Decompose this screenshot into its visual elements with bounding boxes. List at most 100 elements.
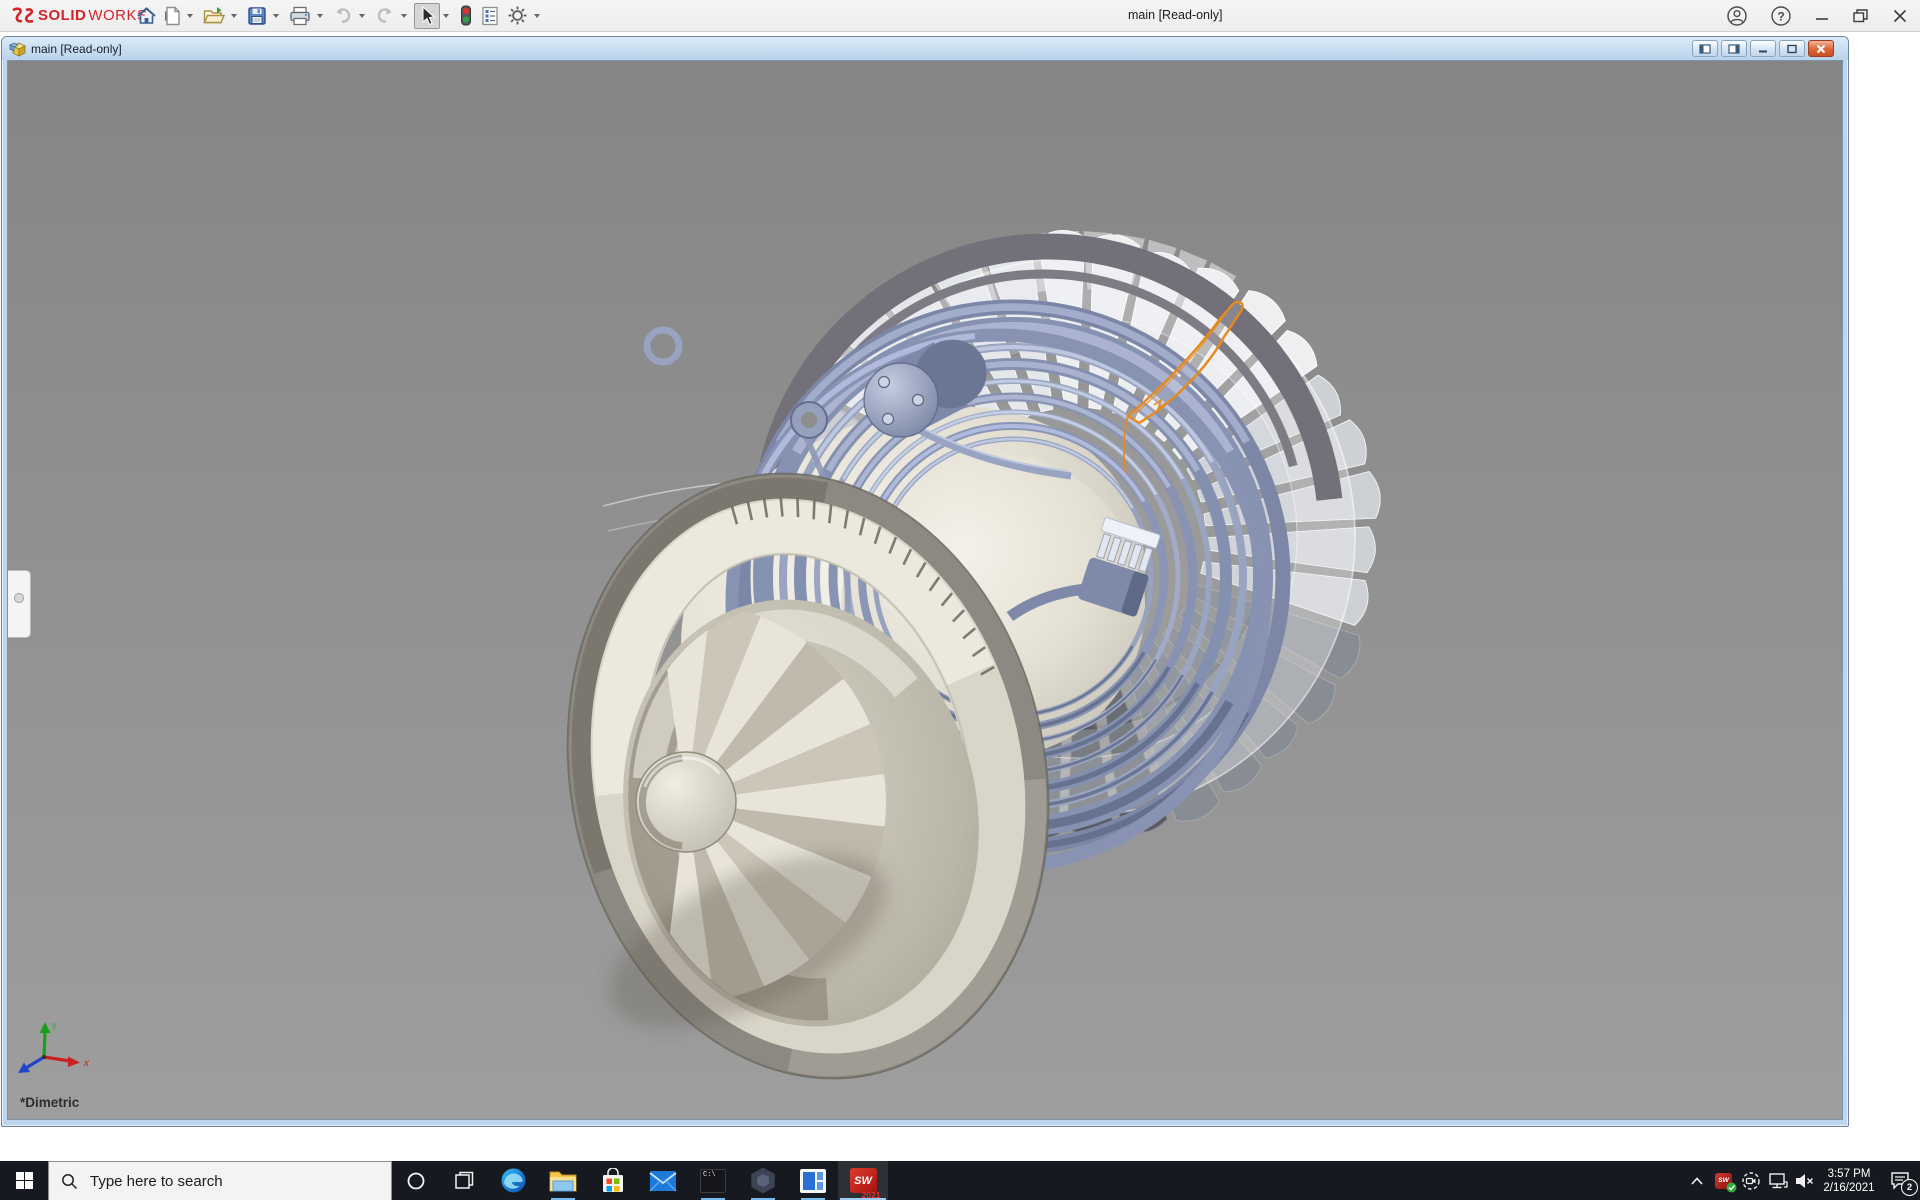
tray-network[interactable]	[1764, 1161, 1791, 1200]
meet-now-icon	[1741, 1171, 1761, 1191]
hidden-icons-button[interactable]	[1683, 1161, 1710, 1200]
select-dropdown-icon[interactable]	[443, 14, 449, 18]
graphics-area[interactable]: y x *Dimetric	[7, 60, 1843, 1120]
open-dropdown-icon[interactable]	[231, 14, 237, 18]
help-icon: ?	[1770, 5, 1792, 27]
assembly-document-icon	[9, 41, 26, 57]
task-view-button[interactable]	[440, 1161, 488, 1200]
minimize-button[interactable]	[1814, 8, 1830, 24]
file-properties-icon	[481, 6, 499, 26]
app-title-text: main [Read-only]	[1128, 8, 1223, 22]
taskbar-app-store[interactable]	[588, 1161, 638, 1200]
solidworks-monitor-icon: SW	[1715, 1173, 1732, 1189]
split-pane-left-button[interactable]	[1692, 40, 1718, 57]
save-button[interactable]	[244, 3, 270, 29]
edge-icon	[500, 1167, 527, 1194]
options-button[interactable]	[504, 3, 531, 29]
taskbar-app-command-prompt[interactable]: C:\	[688, 1161, 738, 1200]
task-view-icon	[454, 1171, 474, 1191]
split-pane-right-icon	[1728, 44, 1740, 54]
print-icon	[289, 6, 311, 26]
open-folder-icon	[203, 6, 225, 26]
undo-dropdown-icon[interactable]	[359, 14, 365, 18]
close-button[interactable]	[1892, 8, 1908, 24]
hexagon-app-icon	[750, 1168, 776, 1194]
new-document-button[interactable]	[162, 3, 184, 29]
search-input[interactable]: Type here to search	[48, 1161, 392, 1200]
minimize-icon	[1814, 8, 1830, 24]
document-close-button[interactable]	[1808, 40, 1834, 57]
network-icon	[1768, 1171, 1788, 1191]
taskbar-app-edge[interactable]	[488, 1161, 538, 1200]
file-properties-button[interactable]	[478, 3, 502, 29]
hidden-icons-chevron-icon	[1690, 1176, 1704, 1186]
options-dropdown-icon[interactable]	[534, 14, 540, 18]
search-icon	[61, 1173, 78, 1190]
taskbar: Type here to search	[0, 1161, 1920, 1200]
mdi-background: main [Read-only]	[0, 32, 1920, 1161]
document-titlebar[interactable]: main [Read-only]	[2, 37, 1848, 60]
file-explorer-icon	[549, 1169, 577, 1193]
restore-icon	[1852, 8, 1870, 24]
view-orientation-label: *Dimetric	[20, 1095, 79, 1110]
dassault-logo-icon	[10, 6, 36, 26]
account-button[interactable]	[1726, 5, 1748, 27]
tray-solidworks-monitor[interactable]: SW	[1710, 1161, 1737, 1200]
taskbar-app-mail[interactable]	[638, 1161, 688, 1200]
tray-volume[interactable]	[1791, 1161, 1818, 1200]
mail-icon	[649, 1170, 677, 1192]
command-prompt-icon: C:\	[700, 1169, 726, 1193]
restore-button[interactable]	[1852, 8, 1870, 24]
tray-clock[interactable]: 3:57 PM 2/16/2021	[1818, 1161, 1880, 1200]
select-tool-button[interactable]	[414, 3, 440, 29]
svg-text:x: x	[83, 1058, 90, 1069]
start-button[interactable]	[0, 1161, 48, 1200]
action-center-button[interactable]: 2	[1880, 1161, 1920, 1200]
rebuild-button[interactable]	[456, 3, 476, 29]
home-icon	[136, 6, 157, 26]
taskbar-app-hexagon[interactable]	[738, 1161, 788, 1200]
check-icon	[1726, 1182, 1737, 1193]
brand-solid: SOLID	[38, 7, 86, 24]
notification-badge: 2	[1901, 1179, 1918, 1196]
rebuild-traffic-light-icon	[459, 5, 473, 26]
featuremanager-collapsed-tab[interactable]	[8, 570, 31, 638]
undo-icon	[333, 7, 353, 25]
print-button[interactable]	[286, 3, 314, 29]
cortana-button[interactable]	[392, 1161, 440, 1200]
remote-window-app-icon	[800, 1169, 826, 1193]
app-titlebar: SOLIDWORKS	[0, 0, 1920, 32]
taskbar-app-file-explorer[interactable]	[538, 1161, 588, 1200]
options-gear-icon	[507, 5, 528, 26]
open-button[interactable]	[200, 3, 228, 29]
svg-text:y: y	[52, 1020, 57, 1030]
home-button[interactable]	[133, 3, 160, 29]
document-minimize-icon	[1757, 44, 1769, 54]
clock-date: 2/16/2021	[1823, 1181, 1874, 1195]
print-dropdown-icon[interactable]	[317, 14, 323, 18]
save-dropdown-icon[interactable]	[273, 14, 279, 18]
solidworks-app-icon: SW 2021	[850, 1168, 877, 1193]
document-window: main [Read-only]	[1, 36, 1849, 1127]
document-minimize-button[interactable]	[1750, 40, 1776, 57]
volume-muted-icon	[1794, 1172, 1815, 1190]
app-window-controls: ?	[1726, 0, 1908, 31]
split-pane-right-button[interactable]	[1721, 40, 1747, 57]
document-title-text: main [Read-only]	[31, 42, 122, 56]
new-document-dropdown-icon[interactable]	[187, 14, 193, 18]
save-icon	[247, 6, 267, 26]
jet-engine-model[interactable]	[8, 61, 1842, 1119]
help-button[interactable]: ?	[1770, 5, 1792, 27]
undo-button[interactable]	[330, 3, 356, 29]
redo-dropdown-icon[interactable]	[401, 14, 407, 18]
redo-button[interactable]	[372, 3, 398, 29]
taskbar-app-remote-window[interactable]	[788, 1161, 838, 1200]
tray-meet-now[interactable]	[1737, 1161, 1764, 1200]
close-icon	[1892, 8, 1908, 24]
windows-start-icon	[16, 1172, 33, 1189]
quick-access-toolbar	[132, 0, 546, 31]
new-document-icon	[165, 6, 181, 26]
document-maximize-button[interactable]	[1779, 40, 1805, 57]
taskbar-app-solidworks[interactable]: SW 2021	[838, 1161, 888, 1200]
account-icon	[1726, 5, 1748, 27]
